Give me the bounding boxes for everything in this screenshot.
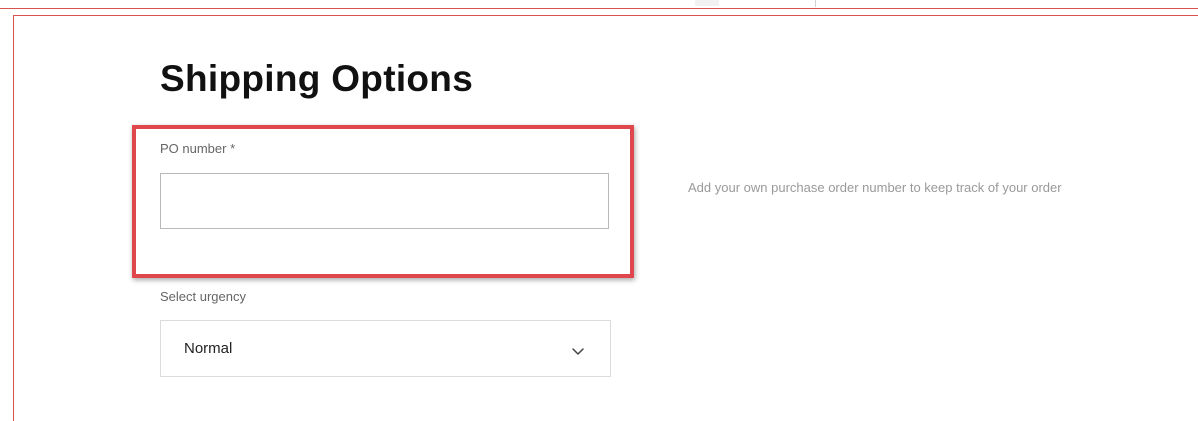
frame-left-border: [13, 15, 14, 421]
top-tab-divider: [815, 0, 816, 7]
page-title: Shipping Options: [160, 58, 474, 99]
top-border-line: [0, 8, 1198, 9]
po-number-label: PO number *: [160, 141, 236, 156]
urgency-select[interactable]: Normal: [160, 320, 611, 377]
chevron-down-icon: [571, 344, 585, 355]
po-number-input[interactable]: [160, 173, 609, 229]
page: Shipping Options PO number * Add your ow…: [0, 0, 1198, 421]
po-number-hint: Add your own purchase order number to ke…: [688, 180, 1062, 195]
urgency-selected-value: Normal: [184, 340, 233, 357]
urgency-label: Select urgency: [160, 289, 246, 304]
top-tab-edge: [695, 0, 719, 6]
frame-top-border: [13, 15, 1198, 16]
